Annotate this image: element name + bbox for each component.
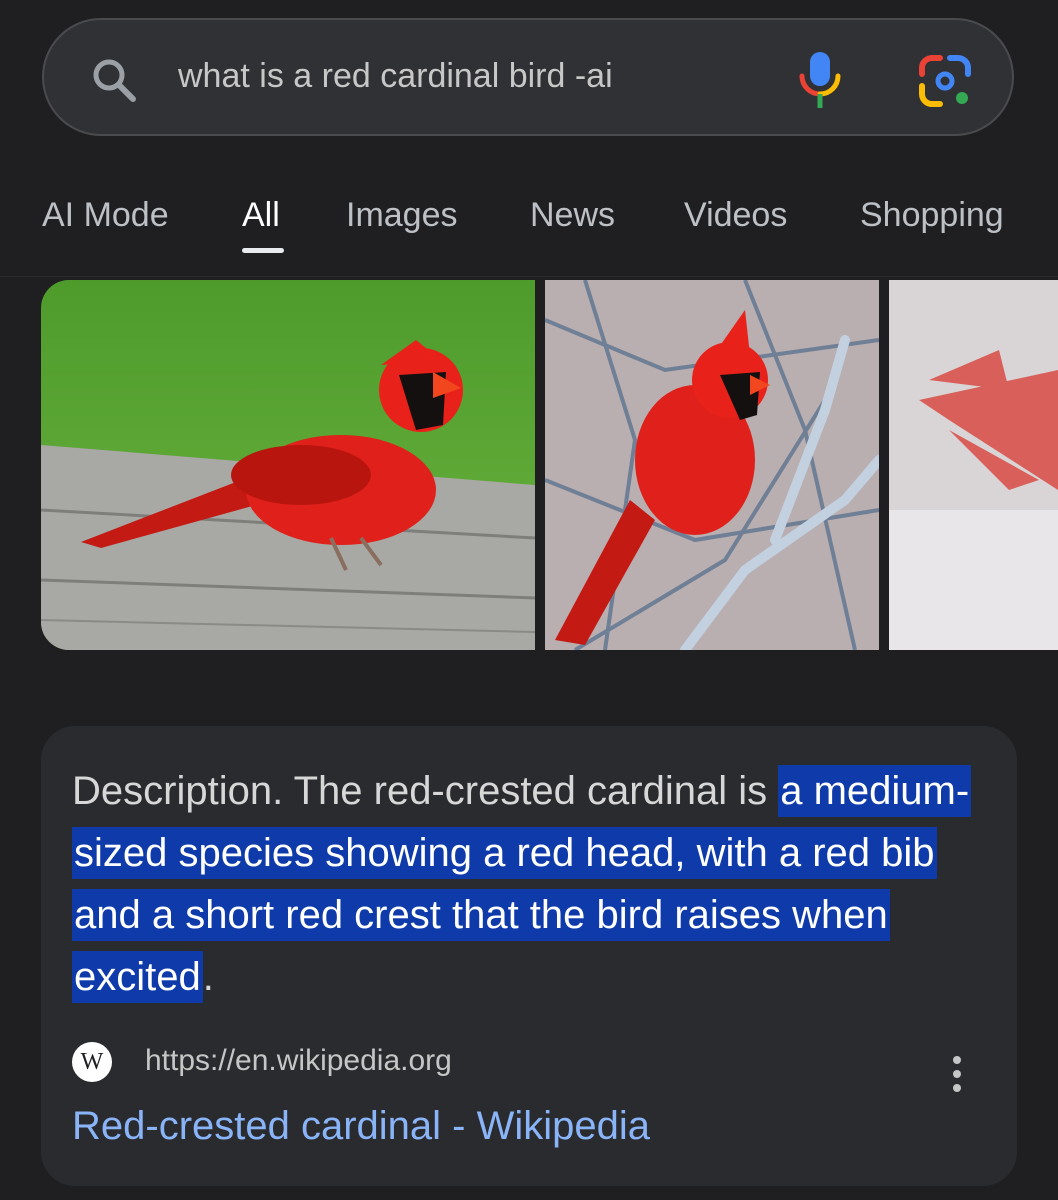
- image-result-cardinal-branches[interactable]: [545, 280, 879, 650]
- featured-snippet-card: Description. The red-crested cardinal is…: [41, 726, 1017, 1186]
- result-title-link[interactable]: Red-crested cardinal - Wikipedia: [72, 1104, 650, 1149]
- tab-all[interactable]: All: [242, 196, 280, 235]
- tab-news[interactable]: News: [530, 196, 615, 235]
- image-result-cardinal-deck[interactable]: [41, 280, 535, 650]
- result-url: https://en.wikipedia.org: [145, 1044, 452, 1077]
- active-tab-indicator: [242, 248, 284, 253]
- tab-videos[interactable]: Videos: [684, 196, 787, 235]
- search-tabs: AI Mode All Images News Videos Shopping: [0, 190, 1058, 277]
- tab-shopping[interactable]: Shopping: [860, 196, 1004, 235]
- snippet-lead: Description. The red-crested cardinal is: [72, 769, 779, 813]
- tab-ai-mode[interactable]: AI Mode: [42, 196, 169, 235]
- wikipedia-logo-icon: W: [72, 1042, 112, 1082]
- search-icon[interactable]: [90, 56, 138, 104]
- snippet-text: Description. The red-crested cardinal is…: [72, 760, 1002, 1008]
- search-input[interactable]: what is a red cardinal bird -ai: [178, 57, 613, 96]
- more-options-icon[interactable]: [949, 1054, 965, 1094]
- image-result-cardinal-flight[interactable]: [889, 280, 1058, 650]
- snippet-tail: .: [202, 955, 214, 999]
- search-bar[interactable]: what is a red cardinal bird -ai: [42, 18, 1014, 136]
- microphone-icon[interactable]: [798, 50, 842, 110]
- google-lens-icon[interactable]: [918, 54, 972, 108]
- tab-images[interactable]: Images: [346, 196, 458, 235]
